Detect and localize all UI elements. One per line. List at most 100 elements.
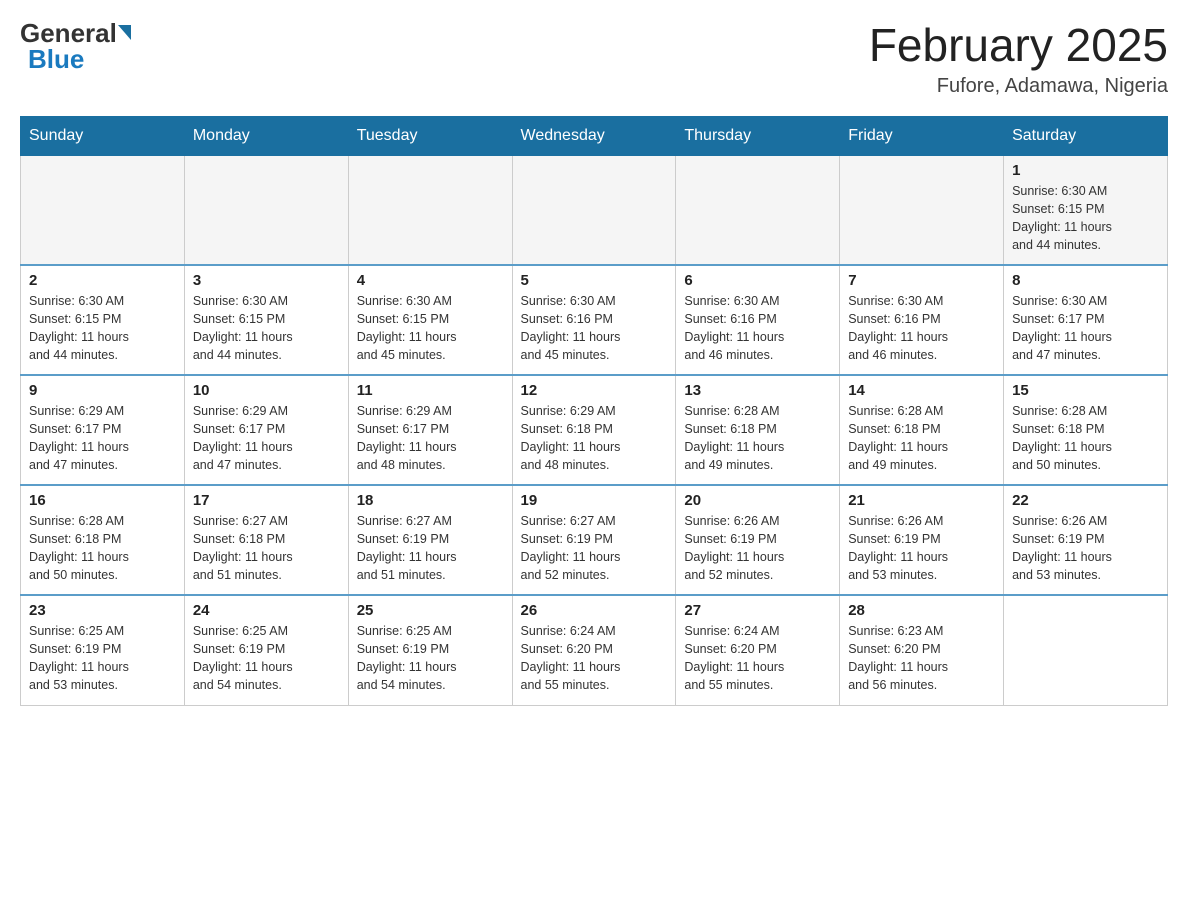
day-number: 3: [193, 272, 340, 289]
calendar-cell: 22 Sunrise: 6:26 AM Sunset: 6:19 PM Dayli…: [1004, 485, 1168, 595]
day-number: 28: [848, 602, 995, 619]
calendar-table: Sunday Monday Tuesday Wednesday Thursday…: [20, 116, 1168, 706]
day-info: Sunrise: 6:30 AM Sunset: 6:17 PM Dayligh…: [1012, 292, 1159, 365]
day-info: Sunrise: 6:29 AM Sunset: 6:17 PM Dayligh…: [29, 402, 176, 475]
calendar-cell: 8 Sunrise: 6:30 AM Sunset: 6:17 PM Daylig…: [1004, 265, 1168, 375]
calendar-cell: [21, 155, 185, 265]
day-number: 4: [357, 272, 504, 289]
day-info: Sunrise: 6:24 AM Sunset: 6:20 PM Dayligh…: [521, 622, 668, 695]
calendar-cell: 4 Sunrise: 6:30 AM Sunset: 6:15 PM Daylig…: [348, 265, 512, 375]
calendar-cell: 3 Sunrise: 6:30 AM Sunset: 6:15 PM Daylig…: [184, 265, 348, 375]
day-info: Sunrise: 6:30 AM Sunset: 6:16 PM Dayligh…: [684, 292, 831, 365]
day-info: Sunrise: 6:30 AM Sunset: 6:15 PM Dayligh…: [29, 292, 176, 365]
day-number: 24: [193, 602, 340, 619]
day-number: 18: [357, 492, 504, 509]
day-number: 5: [521, 272, 668, 289]
calendar-cell: 14 Sunrise: 6:28 AM Sunset: 6:18 PM Dayli…: [840, 375, 1004, 485]
calendar-cell: 12 Sunrise: 6:29 AM Sunset: 6:18 PM Dayli…: [512, 375, 676, 485]
day-info: Sunrise: 6:28 AM Sunset: 6:18 PM Dayligh…: [29, 512, 176, 585]
calendar-cell: 11 Sunrise: 6:29 AM Sunset: 6:17 PM Dayli…: [348, 375, 512, 485]
calendar-cell: 19 Sunrise: 6:27 AM Sunset: 6:19 PM Dayli…: [512, 485, 676, 595]
day-number: 10: [193, 382, 340, 399]
calendar-cell: 27Sunrise: 6:24 AM Sunset: 6:20 PM Dayli…: [676, 595, 840, 705]
day-info: Sunrise: 6:27 AM Sunset: 6:19 PM Dayligh…: [357, 512, 504, 585]
day-number: 1: [1012, 162, 1159, 179]
day-info: Sunrise: 6:29 AM Sunset: 6:17 PM Dayligh…: [193, 402, 340, 475]
calendar-cell: 21 Sunrise: 6:26 AM Sunset: 6:19 PM Dayli…: [840, 485, 1004, 595]
day-info: Sunrise: 6:27 AM Sunset: 6:19 PM Dayligh…: [521, 512, 668, 585]
day-info: Sunrise: 6:30 AM Sunset: 6:15 PM Dayligh…: [1012, 182, 1159, 255]
col-saturday: Saturday: [1004, 116, 1168, 155]
week-row-5: 23 Sunrise: 6:25 AM Sunset: 6:19 PM Dayli…: [21, 595, 1168, 705]
col-wednesday: Wednesday: [512, 116, 676, 155]
calendar-cell: 24 Sunrise: 6:25 AM Sunset: 6:19 PM Dayli…: [184, 595, 348, 705]
col-friday: Friday: [840, 116, 1004, 155]
day-info: Sunrise: 6:30 AM Sunset: 6:16 PM Dayligh…: [521, 292, 668, 365]
day-number: 11: [357, 382, 504, 399]
title-block: February 2025 Fufore, Adamawa, Nigeria: [869, 20, 1168, 98]
calendar-cell: 25Sunrise: 6:25 AM Sunset: 6:19 PM Dayli…: [348, 595, 512, 705]
day-number: 27: [684, 602, 831, 619]
day-info: Sunrise: 6:28 AM Sunset: 6:18 PM Dayligh…: [684, 402, 831, 475]
day-info: Sunrise: 6:29 AM Sunset: 6:17 PM Dayligh…: [357, 402, 504, 475]
page-header: General Blue February 2025 Fufore, Adama…: [20, 20, 1168, 98]
day-number: 20: [684, 492, 831, 509]
day-info: Sunrise: 6:29 AM Sunset: 6:18 PM Dayligh…: [521, 402, 668, 475]
location-text: Fufore, Adamawa, Nigeria: [869, 75, 1168, 98]
calendar-cell: 16 Sunrise: 6:28 AM Sunset: 6:18 PM Dayli…: [21, 485, 185, 595]
day-number: 19: [521, 492, 668, 509]
day-number: 26: [521, 602, 668, 619]
day-info: Sunrise: 6:26 AM Sunset: 6:19 PM Dayligh…: [1012, 512, 1159, 585]
day-number: 25: [357, 602, 504, 619]
calendar-cell: 18 Sunrise: 6:27 AM Sunset: 6:19 PM Dayli…: [348, 485, 512, 595]
day-info: Sunrise: 6:23 AM Sunset: 6:20 PM Dayligh…: [848, 622, 995, 695]
calendar-cell: [512, 155, 676, 265]
calendar-cell: 13 Sunrise: 6:28 AM Sunset: 6:18 PM Dayli…: [676, 375, 840, 485]
col-thursday: Thursday: [676, 116, 840, 155]
calendar-cell: 26 Sunrise: 6:24 AM Sunset: 6:20 PM Dayli…: [512, 595, 676, 705]
week-row-3: 9 Sunrise: 6:29 AM Sunset: 6:17 PM Daylig…: [21, 375, 1168, 485]
day-number: 8: [1012, 272, 1159, 289]
day-number: 12: [521, 382, 668, 399]
calendar-cell: 20 Sunrise: 6:26 AM Sunset: 6:19 PM Dayli…: [676, 485, 840, 595]
calendar-header-row: Sunday Monday Tuesday Wednesday Thursday…: [21, 116, 1168, 155]
week-row-4: 16 Sunrise: 6:28 AM Sunset: 6:18 PM Dayli…: [21, 485, 1168, 595]
day-info: Sunrise: 6:30 AM Sunset: 6:15 PM Dayligh…: [357, 292, 504, 365]
calendar-cell: 7Sunrise: 6:30 AM Sunset: 6:16 PM Daylig…: [840, 265, 1004, 375]
calendar-cell: [1004, 595, 1168, 705]
day-info: Sunrise: 6:28 AM Sunset: 6:18 PM Dayligh…: [1012, 402, 1159, 475]
day-number: 21: [848, 492, 995, 509]
day-number: 22: [1012, 492, 1159, 509]
day-number: 13: [684, 382, 831, 399]
day-number: 14: [848, 382, 995, 399]
day-number: 6: [684, 272, 831, 289]
calendar-cell: 6 Sunrise: 6:30 AM Sunset: 6:16 PM Daylig…: [676, 265, 840, 375]
col-tuesday: Tuesday: [348, 116, 512, 155]
month-title: February 2025: [869, 20, 1168, 71]
calendar-cell: 5 Sunrise: 6:30 AM Sunset: 6:16 PM Daylig…: [512, 265, 676, 375]
day-info: Sunrise: 6:30 AM Sunset: 6:15 PM Dayligh…: [193, 292, 340, 365]
calendar-cell: 2Sunrise: 6:30 AM Sunset: 6:15 PM Daylig…: [21, 265, 185, 375]
day-number: 16: [29, 492, 176, 509]
calendar-cell: 17Sunrise: 6:27 AM Sunset: 6:18 PM Dayli…: [184, 485, 348, 595]
logo-blue-text: Blue: [28, 44, 84, 74]
day-number: 23: [29, 602, 176, 619]
calendar-cell: [348, 155, 512, 265]
col-monday: Monday: [184, 116, 348, 155]
calendar-cell: 15 Sunrise: 6:28 AM Sunset: 6:18 PM Dayli…: [1004, 375, 1168, 485]
day-number: 15: [1012, 382, 1159, 399]
col-sunday: Sunday: [21, 116, 185, 155]
day-info: Sunrise: 6:26 AM Sunset: 6:19 PM Dayligh…: [684, 512, 831, 585]
calendar-cell: 10 Sunrise: 6:29 AM Sunset: 6:17 PM Dayli…: [184, 375, 348, 485]
calendar-cell: 1 Sunrise: 6:30 AM Sunset: 6:15 PM Daylig…: [1004, 155, 1168, 265]
day-info: Sunrise: 6:25 AM Sunset: 6:19 PM Dayligh…: [29, 622, 176, 695]
calendar-cell: 23 Sunrise: 6:25 AM Sunset: 6:19 PM Dayli…: [21, 595, 185, 705]
day-info: Sunrise: 6:27 AM Sunset: 6:18 PM Dayligh…: [193, 512, 340, 585]
day-info: Sunrise: 6:28 AM Sunset: 6:18 PM Dayligh…: [848, 402, 995, 475]
day-number: 9: [29, 382, 176, 399]
day-info: Sunrise: 6:25 AM Sunset: 6:19 PM Dayligh…: [193, 622, 340, 695]
day-info: Sunrise: 6:26 AM Sunset: 6:19 PM Dayligh…: [848, 512, 995, 585]
calendar-cell: 9 Sunrise: 6:29 AM Sunset: 6:17 PM Daylig…: [21, 375, 185, 485]
calendar-cell: [184, 155, 348, 265]
week-row-1: 1 Sunrise: 6:30 AM Sunset: 6:15 PM Daylig…: [21, 155, 1168, 265]
